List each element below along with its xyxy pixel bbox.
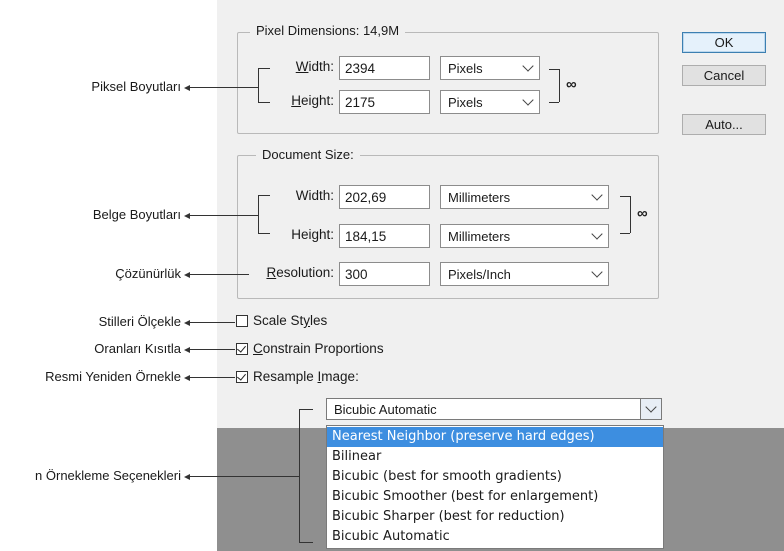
annotation-connector [189, 476, 299, 477]
resolution-input[interactable]: 300 [339, 262, 430, 286]
annotation-pixel-dimensions: Piksel Boyutları [91, 79, 181, 94]
annotation-connector [189, 274, 249, 275]
resolution-unit-value: Pixels/Inch [448, 267, 511, 282]
chevron-down-icon [591, 266, 603, 278]
annotation-connector [189, 349, 235, 350]
document-size-title: Document Size: [256, 147, 360, 162]
chevron-down-icon [591, 228, 603, 240]
resample-bracket-vertical [299, 409, 300, 542]
pixel-link-bracket-top [549, 69, 559, 70]
document-width-label: Width: [295, 188, 334, 203]
resample-method-select[interactable]: Bicubic Automatic [326, 398, 641, 420]
resolution-label: Resolution: [266, 265, 334, 280]
annotation-scale-styles: Stilleri Ölçekle [98, 314, 181, 329]
annotation-connector [189, 215, 258, 216]
checkmark-icon [237, 371, 246, 381]
document-height-unit-select[interactable]: Millimeters [440, 224, 609, 248]
annotation-resolution: Çözünürlük [115, 266, 181, 281]
pixel-bracket-top [258, 68, 270, 69]
resample-method-value: Bicubic Automatic [334, 402, 437, 417]
annotation-resample-image: Resmi Yeniden Örnekle [45, 369, 181, 384]
pixel-height-unit-value: Pixels [448, 95, 483, 110]
pixel-dimensions-title: Pixel Dimensions: 14,9M [250, 23, 406, 38]
constrain-proportions-label[interactable]: Constrain Proportions [253, 341, 384, 356]
dropdown-option[interactable]: Bicubic (best for smooth gradients) [327, 467, 663, 487]
document-bracket-vertical [258, 195, 259, 233]
pixel-width-unit-value: Pixels [448, 61, 483, 76]
annotation-resample-options: n Örnekleme Seçenekleri [35, 468, 181, 483]
annotation-connector [189, 377, 235, 378]
document-width-input[interactable]: 202,69 [339, 185, 430, 209]
checkmark-icon [237, 343, 246, 353]
dropdown-option[interactable]: Bilinear [327, 447, 663, 467]
scale-styles-checkbox[interactable] [236, 315, 248, 327]
document-height-input[interactable]: 184,15 [339, 224, 430, 248]
pixel-width-unit-select[interactable]: Pixels [440, 56, 540, 80]
document-width-unit-value: Millimeters [448, 190, 511, 205]
resample-dropdown-button[interactable] [640, 398, 662, 420]
dropdown-option[interactable]: Bicubic Smoother (best for enlargement) [327, 487, 663, 507]
chevron-down-icon [522, 94, 534, 106]
arrow-icon [184, 85, 190, 91]
arrow-icon [184, 375, 190, 381]
chevron-down-icon [645, 401, 657, 413]
arrow-icon [184, 213, 190, 219]
pixel-height-input[interactable]: 2175 [339, 90, 430, 114]
pixel-width-label: Width: [295, 59, 334, 74]
chevron-down-icon [522, 60, 534, 72]
pixel-link-bracket-vertical [559, 69, 560, 102]
pixel-height-unit-select[interactable]: Pixels [440, 90, 540, 114]
annotation-document-size: Belge Boyutları [92, 207, 181, 222]
pixel-width-input[interactable]: 2394 [339, 56, 430, 80]
arrow-icon [184, 474, 190, 480]
pixel-dimensions-label: Pixel Dimensions: [256, 23, 360, 38]
chevron-down-icon [591, 189, 603, 201]
pixel-dimensions-size: 14,9M [362, 23, 400, 38]
pixel-dimensions-group [237, 32, 659, 134]
document-width-unit-select[interactable]: Millimeters [440, 185, 609, 209]
resample-image-label[interactable]: Resample Image: [253, 369, 359, 384]
pixel-bracket-vertical [258, 68, 259, 102]
pixel-link-bracket-bottom [549, 102, 559, 103]
constrain-proportions-checkbox[interactable] [236, 343, 248, 355]
arrow-icon [184, 347, 190, 353]
dropdown-option[interactable]: Nearest Neighbor (preserve hard edges) [327, 427, 663, 447]
arrow-icon [184, 320, 190, 326]
document-link-bracket-vertical [630, 196, 631, 233]
resample-image-checkbox[interactable] [236, 371, 248, 383]
resolution-unit-select[interactable]: Pixels/Inch [440, 262, 609, 286]
annotation-connector [189, 87, 258, 88]
document-link-bracket-bottom [620, 233, 630, 234]
dropdown-option[interactable]: Bicubic Automatic [327, 527, 663, 547]
chain-link-icon[interactable]: ∞ [566, 76, 577, 93]
arrow-icon [184, 272, 190, 278]
ok-button[interactable]: OK [682, 32, 766, 53]
pixel-bracket-bottom [258, 102, 270, 103]
pixel-height-label: Height: [291, 93, 334, 108]
annotation-constrain-proportions: Oranları Kısıtla [94, 341, 181, 356]
document-height-unit-value: Millimeters [448, 229, 511, 244]
resample-bracket-bottom [299, 542, 313, 543]
chain-link-icon[interactable]: ∞ [637, 205, 648, 222]
resample-dropdown-list: Nearest Neighbor (preserve hard edges) B… [326, 425, 664, 549]
annotation-connector [189, 322, 235, 323]
document-height-label: Height: [291, 227, 334, 242]
document-link-bracket-top [620, 196, 630, 197]
auto-button[interactable]: Auto... [682, 114, 766, 135]
dropdown-option[interactable]: Bicubic Sharper (best for reduction) [327, 507, 663, 527]
scale-styles-label[interactable]: Scale Styles [253, 313, 327, 328]
cancel-button[interactable]: Cancel [682, 65, 766, 86]
resample-bracket-top [299, 409, 313, 410]
